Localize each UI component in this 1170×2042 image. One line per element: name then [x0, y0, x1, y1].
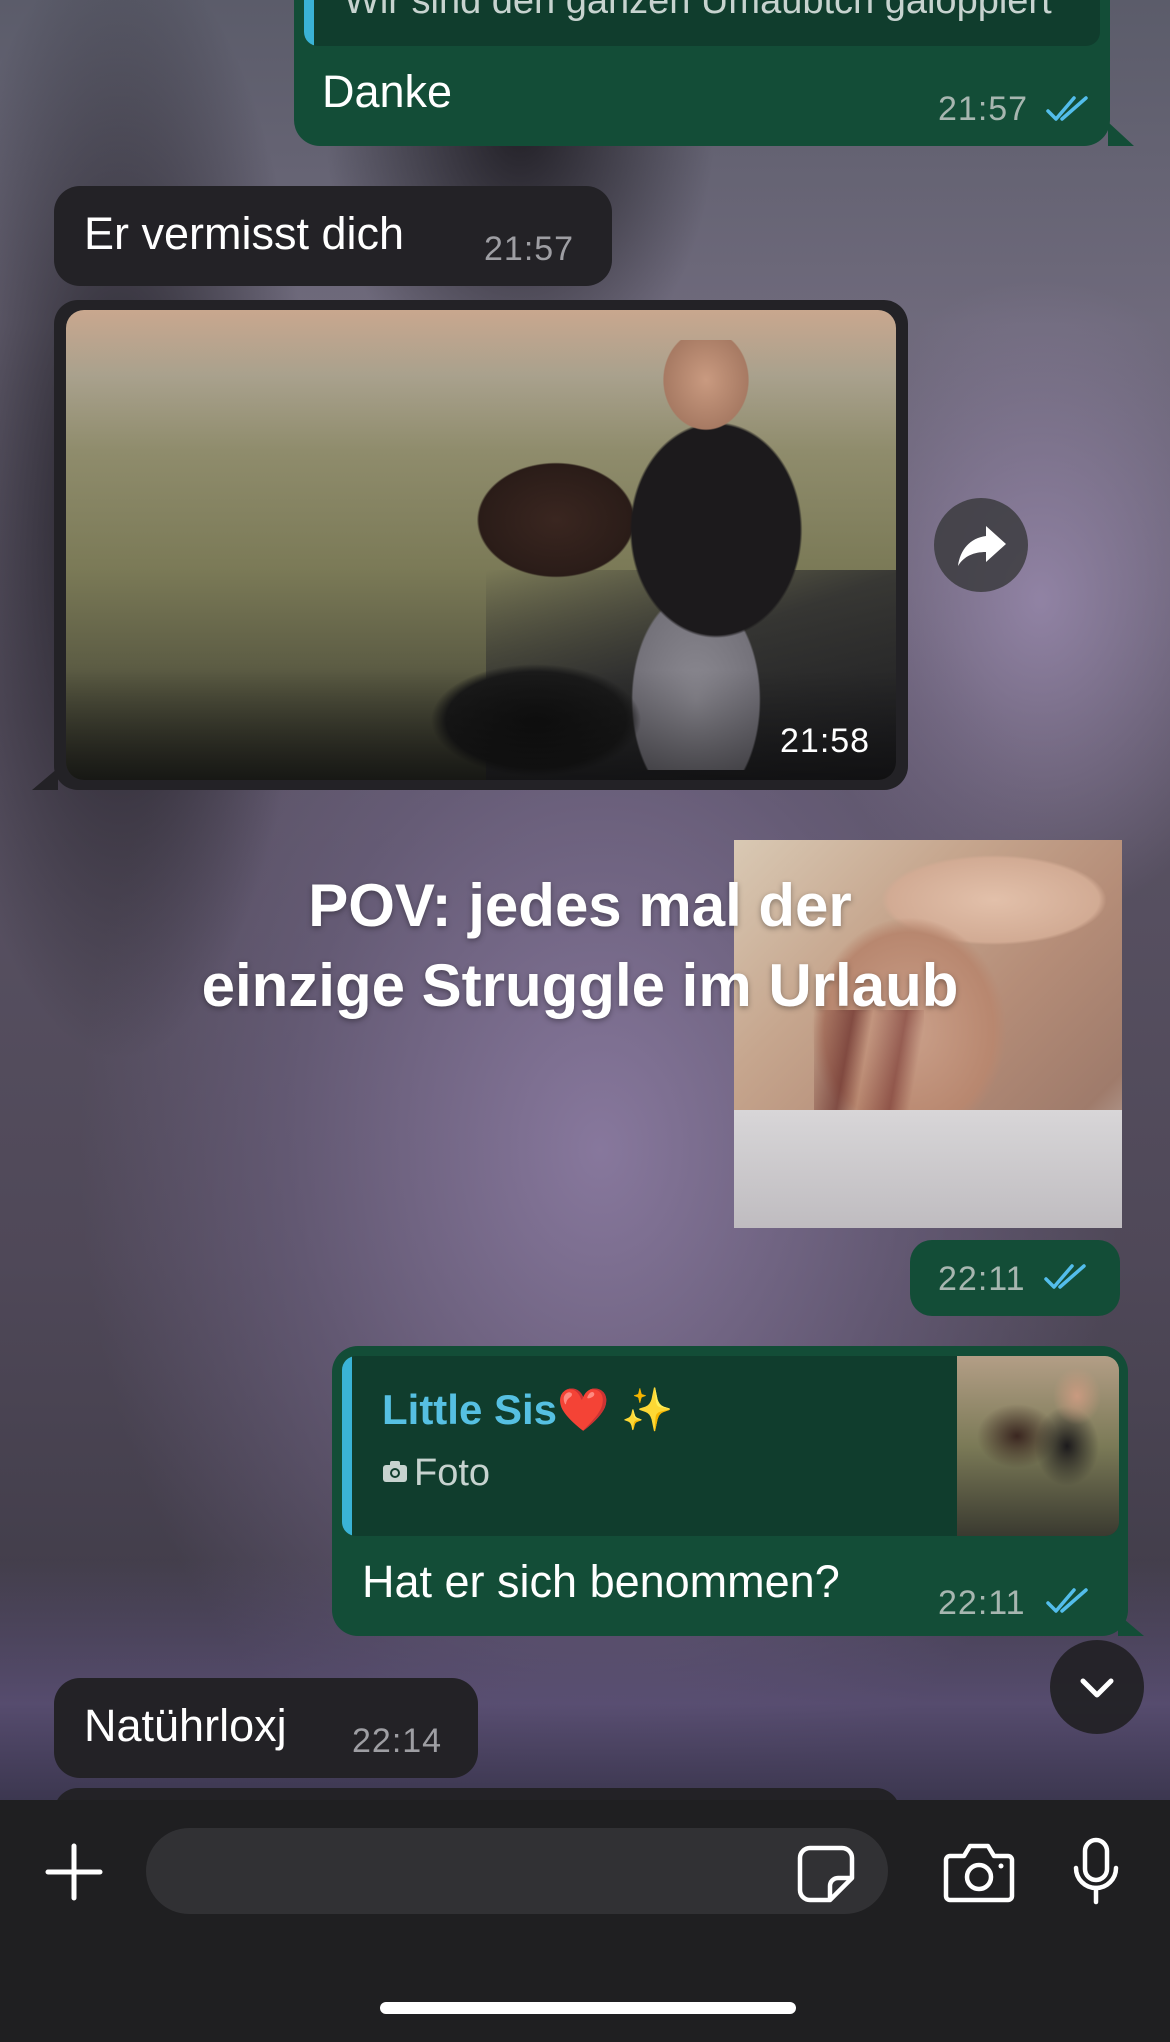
- message-text: Danke: [322, 66, 453, 117]
- sticker-icon[interactable]: [796, 1844, 856, 1904]
- message-text: Er vermisst dich: [84, 208, 405, 259]
- message-text: Hat er sich benommen?: [362, 1556, 840, 1607]
- chevron-down-icon: [1080, 1678, 1114, 1698]
- read-ticks-icon: [1044, 1264, 1086, 1289]
- message-time: 22:11: [938, 1260, 1026, 1298]
- photo-thumbnail[interactable]: 21:58: [66, 310, 896, 780]
- forward-button[interactable]: [934, 498, 1028, 592]
- message-time: 22:14: [352, 1722, 443, 1760]
- quoted-photo-thumbnail: [957, 1356, 1119, 1536]
- message-text: Natührloxj: [84, 1700, 287, 1751]
- photo-time-badge: 22:11: [910, 1240, 1120, 1316]
- scroll-to-bottom-button[interactable]: [1050, 1640, 1144, 1734]
- bubble-tail: [1118, 1614, 1144, 1636]
- quoted-type-label: Foto: [414, 1452, 491, 1494]
- read-ticks-icon: [1046, 96, 1088, 121]
- home-indicator[interactable]: [380, 2002, 796, 2014]
- message-time: 21:58: [780, 722, 871, 760]
- message-input[interactable]: [146, 1828, 888, 1914]
- message-time: 21:57: [484, 230, 575, 268]
- message-bubble-outgoing[interactable]: Wir sind den ganzen Umaubtch galoppiert …: [294, 0, 1110, 146]
- message-bubble-incoming[interactable]: Er vermisst dich 21:57: [54, 186, 612, 286]
- quoted-sender-name: Little Sis❤️ ✨: [382, 1386, 674, 1433]
- camera-icon[interactable]: [942, 1840, 1016, 1904]
- forward-icon: [958, 526, 1006, 566]
- quoted-message-partial[interactable]: Wir sind den ganzen Umaubtch galoppiert: [304, 0, 1100, 46]
- bubble-tail: [32, 768, 58, 790]
- overlay-caption-line2: einzige Struggle im Urlaub: [201, 952, 959, 1019]
- bubble-tail: [1108, 122, 1134, 146]
- overlay-caption: POV: jedes mal der einzige Struggle im U…: [150, 866, 1010, 1026]
- message-bubble-incoming[interactable]: Natührloxj 22:14: [54, 1678, 478, 1778]
- quoted-message[interactable]: Little Sis❤️ ✨ Foto: [342, 1356, 1119, 1536]
- plus-icon[interactable]: [42, 1840, 106, 1904]
- microphone-icon[interactable]: [1070, 1836, 1122, 1908]
- overlay-caption-line1: POV: jedes mal der: [308, 872, 852, 939]
- camera-icon: [383, 1461, 407, 1482]
- quoted-text: Wir sind den ganzen Umaubtch galoppiert: [344, 0, 1052, 22]
- message-time: 21:57: [938, 90, 1029, 128]
- read-ticks-icon: [1046, 1588, 1088, 1613]
- message-time: 22:11: [938, 1584, 1026, 1622]
